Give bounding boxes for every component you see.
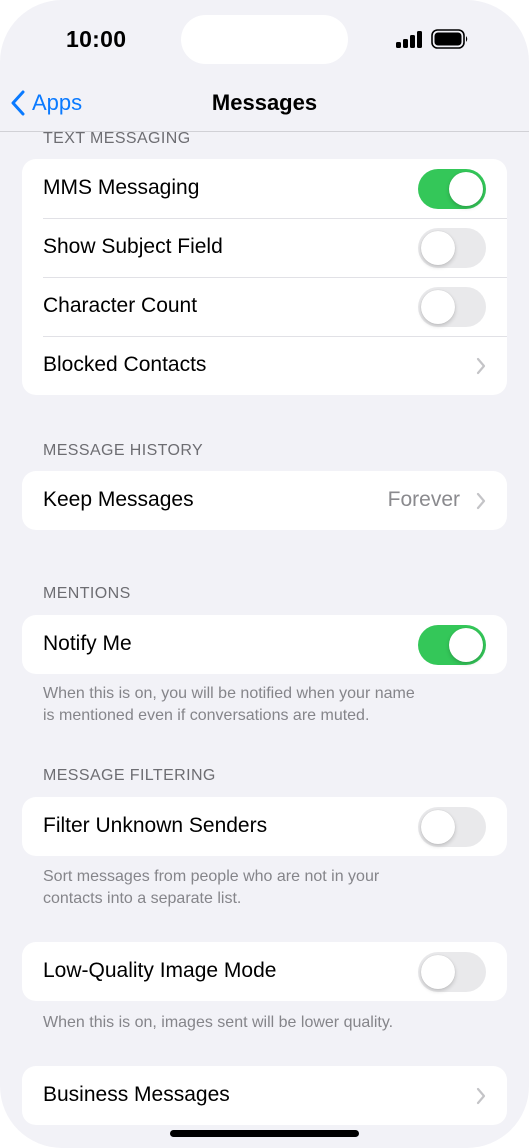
row-divider	[43, 277, 507, 278]
chevron-right-icon	[476, 492, 486, 510]
footer-line: When this is on, you will be notified wh…	[43, 685, 415, 702]
show-subject-field-toggle[interactable]	[418, 228, 486, 268]
image-mode-footer: When this is on, images sent will be low…	[43, 1014, 394, 1031]
row-low-quality-image-mode[interactable]: Low-Quality Image Mode	[22, 942, 507, 1001]
status-time: 10:00	[66, 26, 127, 52]
row-blocked-contacts[interactable]: Blocked Contacts	[22, 336, 507, 395]
row-character-count[interactable]: Character Count	[22, 277, 507, 336]
toggle-knob	[449, 172, 483, 206]
footer-line: Sort messages from people who are not in…	[43, 868, 380, 885]
group-message-history: Keep Messages Forever	[22, 471, 507, 530]
section-header-message-history: MESSAGE HISTORY	[43, 442, 204, 459]
row-label: Character Count	[43, 294, 198, 317]
low-quality-image-mode-toggle[interactable]	[418, 952, 486, 992]
battery-icon	[431, 29, 468, 49]
dynamic-island	[181, 15, 348, 64]
navigation-bar: Apps Messages	[0, 80, 529, 132]
phone-screen: 10:00 Apps Messages TEXT MESSAGING MMS M…	[0, 0, 529, 1148]
notify-me-toggle[interactable]	[418, 625, 486, 665]
row-label: Notify Me	[43, 632, 132, 655]
toggle-knob	[421, 231, 455, 265]
row-label: Filter Unknown Senders	[43, 814, 268, 837]
cellular-signal-icon	[396, 31, 423, 48]
group-mentions: Notify Me	[22, 615, 507, 674]
group-image-mode: Low-Quality Image Mode	[22, 942, 507, 1001]
keep-messages-value: Forever	[387, 488, 460, 511]
mms-messaging-toggle[interactable]	[418, 169, 486, 209]
row-label: MMS Messaging	[43, 176, 200, 199]
home-indicator[interactable]	[170, 1130, 359, 1137]
row-label: Blocked Contacts	[43, 353, 207, 376]
group-text-messaging: MMS Messaging Show Subject Field Charact…	[22, 159, 507, 395]
row-filter-unknown-senders[interactable]: Filter Unknown Senders	[22, 797, 507, 856]
row-label: Low-Quality Image Mode	[43, 959, 277, 982]
row-business-messages[interactable]: Business Messages	[22, 1066, 507, 1125]
row-notify-me[interactable]: Notify Me	[22, 615, 507, 674]
row-label: Show Subject Field	[43, 235, 223, 258]
row-keep-messages[interactable]: Keep Messages Forever	[22, 471, 507, 530]
filter-unknown-senders-toggle[interactable]	[418, 807, 486, 847]
mentions-footer: When this is on, you will be notified wh…	[43, 683, 483, 727]
row-mms-messaging[interactable]: MMS Messaging	[22, 159, 507, 218]
toggle-knob	[449, 628, 483, 662]
chevron-right-icon	[476, 1087, 486, 1105]
status-bar: 10:00	[0, 0, 529, 80]
group-business: Business Messages	[22, 1066, 507, 1125]
section-header-message-filtering: MESSAGE FILTERING	[43, 767, 216, 784]
section-header-mentions: MENTIONS	[43, 585, 131, 602]
message-filtering-footer: Sort messages from people who are not in…	[43, 866, 483, 910]
row-label: Business Messages	[43, 1083, 230, 1106]
toggle-knob	[421, 810, 455, 844]
footer-line: contacts into a separate list.	[43, 890, 242, 907]
character-count-toggle[interactable]	[418, 287, 486, 327]
footer-line: is mentioned even if conversations are m…	[43, 707, 370, 724]
row-label: Keep Messages	[43, 488, 194, 511]
section-header-text-messaging: TEXT MESSAGING	[43, 130, 191, 147]
row-divider	[43, 336, 507, 337]
chevron-right-icon	[476, 357, 486, 375]
toggle-knob	[421, 955, 455, 989]
page-title: Messages	[211, 90, 318, 115]
row-show-subject-field[interactable]: Show Subject Field	[22, 218, 507, 277]
row-divider	[43, 218, 507, 219]
toggle-knob	[421, 290, 455, 324]
group-message-filtering: Filter Unknown Senders	[22, 797, 507, 856]
